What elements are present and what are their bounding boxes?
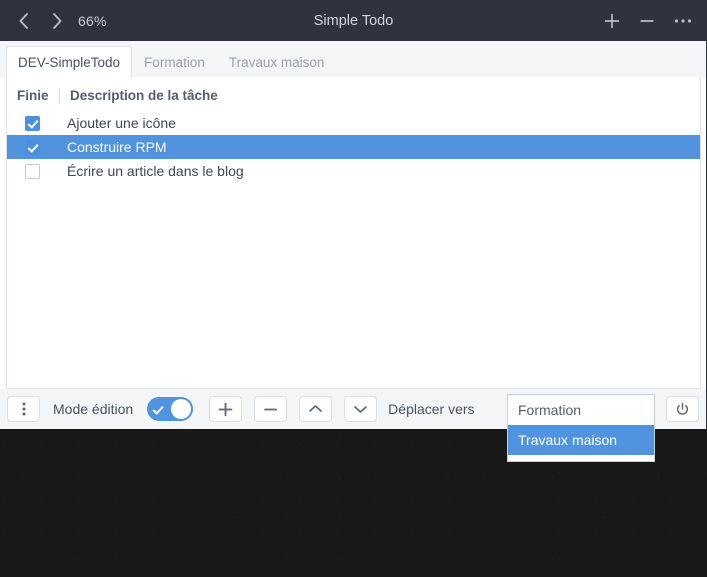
tab-strip: DEV-SimpleTodo Formation Travaux maison	[0, 41, 707, 78]
task-description: Construire RPM	[67, 139, 167, 155]
tab-label: DEV-SimpleTodo	[18, 55, 121, 70]
dropdown-option-label: Travaux maison	[518, 432, 618, 448]
table-row[interactable]: Écrire un article dans le blog	[7, 159, 700, 183]
overflow-menu-icon[interactable]	[667, 0, 699, 41]
move-to-label: Déplacer vers	[388, 401, 475, 417]
task-list: Ajouter une icône Construire RPM Écrire …	[7, 111, 700, 183]
application-window: 66% Simple Todo DEV-SimpleTodo Formation…	[0, 0, 707, 429]
new-window-button[interactable]	[597, 0, 627, 41]
task-description: Ajouter une icône	[67, 115, 176, 131]
toggle-check-icon	[152, 403, 164, 415]
zoom-level-label: 66%	[78, 12, 107, 29]
chevron-left-icon[interactable]	[8, 0, 38, 41]
kebab-menu-icon[interactable]	[7, 396, 40, 422]
chevron-right-icon[interactable]	[42, 0, 72, 41]
chevron-up-icon[interactable]	[299, 396, 333, 422]
edit-mode-label: Mode édition	[53, 401, 134, 417]
dropdown-option-label: Formation	[518, 402, 582, 418]
tab-dev-simpletodo[interactable]: DEV-SimpleTodo	[6, 46, 133, 78]
edit-mode-toggle[interactable]	[147, 397, 194, 421]
tab-label: Travaux maison	[228, 55, 325, 70]
column-header-description: Description de la tâche	[70, 88, 218, 103]
tab-travaux-maison[interactable]: Travaux maison	[217, 46, 337, 78]
chevron-down-icon[interactable]	[344, 396, 378, 422]
task-description: Écrire un article dans le blog	[67, 163, 244, 179]
task-done-checkbox[interactable]	[25, 115, 40, 131]
task-done-checkbox[interactable]	[25, 139, 40, 155]
dropdown-option-formation[interactable]: Formation	[508, 395, 654, 425]
minimize-button[interactable]	[632, 0, 662, 41]
tab-label: Formation	[144, 55, 205, 70]
column-header-done: Finie	[17, 88, 49, 103]
column-divider	[59, 88, 60, 103]
table-header-row: Finie Description de la tâche	[7, 82, 700, 109]
dropdown-option-travaux-maison[interactable]: Travaux maison	[508, 425, 654, 455]
add-task-button[interactable]	[209, 396, 243, 422]
remove-task-button[interactable]	[254, 396, 288, 422]
tab-formation[interactable]: Formation	[132, 46, 217, 78]
toggle-knob	[171, 399, 192, 419]
task-done-checkbox[interactable]	[25, 163, 40, 179]
power-icon[interactable]	[666, 396, 699, 422]
table-row[interactable]: Ajouter une icône	[7, 111, 700, 135]
table-row[interactable]: Construire RPM	[7, 135, 700, 159]
task-list-panel: Finie Description de la tâche Ajouter un…	[6, 77, 701, 389]
move-to-dropdown[interactable]: Formation Travaux maison	[507, 394, 655, 462]
title-bar: 66% Simple Todo	[0, 0, 707, 41]
